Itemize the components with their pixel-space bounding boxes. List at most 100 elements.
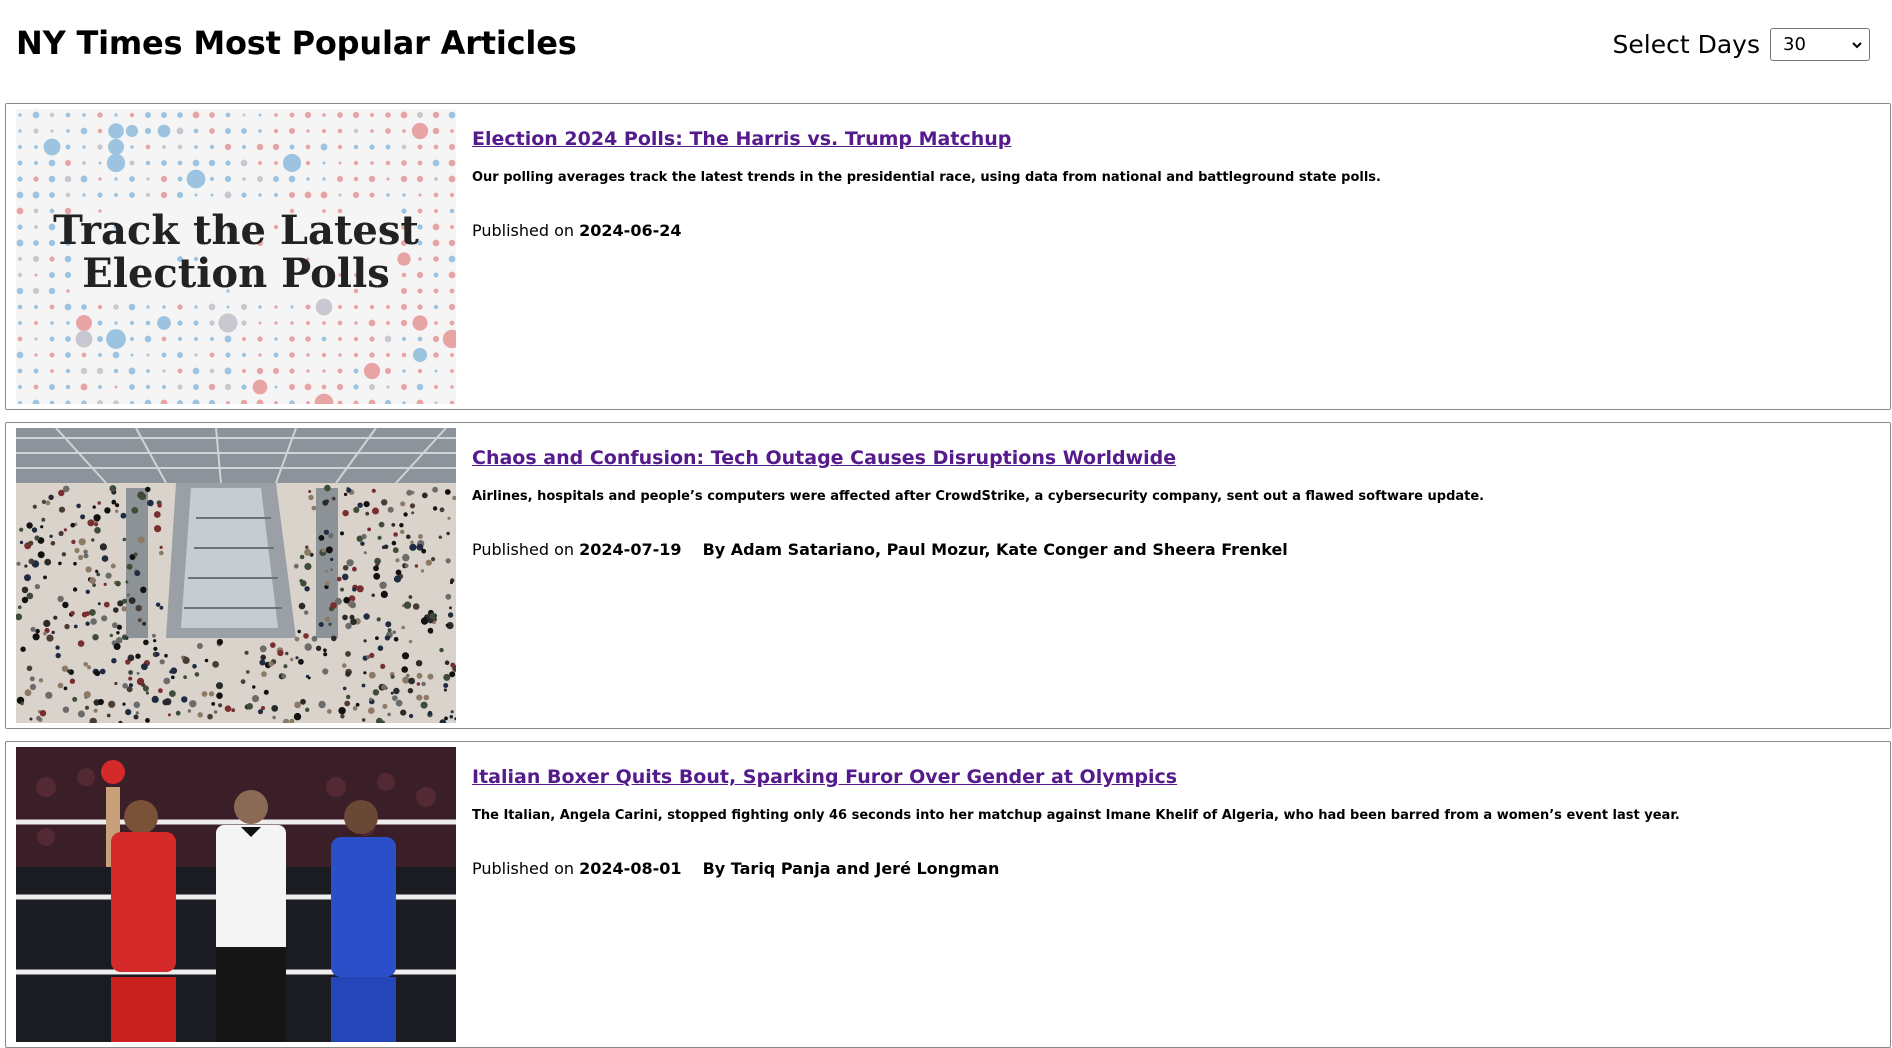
crowd-person — [231, 708, 236, 713]
poll-dot — [17, 256, 23, 262]
poll-dot — [337, 304, 343, 310]
days-select[interactable]: 30 — [1770, 28, 1870, 61]
poll-dot — [64, 175, 72, 183]
crowd-person — [83, 549, 88, 554]
crowd-person — [94, 670, 101, 677]
poll-dot — [304, 111, 312, 119]
article-thumbnail[interactable]: Track the Latest Election Polls — [16, 109, 456, 404]
poll-dot — [433, 192, 439, 198]
crowd-person — [261, 671, 267, 677]
poll-dot — [97, 320, 103, 326]
poll-dot — [400, 319, 408, 327]
crowd-person — [427, 710, 433, 716]
poll-dot — [274, 193, 278, 197]
crowd-person — [36, 715, 41, 721]
crowd-person — [446, 531, 450, 536]
crowd-person — [87, 665, 91, 670]
image-text-line1: Track the Latest — [53, 207, 419, 254]
crowd-person — [26, 522, 33, 529]
crowd-person — [330, 557, 334, 562]
airport-crowd-image — [16, 428, 456, 723]
poll-dot — [144, 335, 152, 343]
poll-dot — [386, 305, 390, 309]
crowd-person — [391, 540, 397, 546]
crowd-person — [445, 593, 452, 600]
crowd-person — [438, 535, 442, 539]
crowd-person — [340, 714, 345, 719]
crowd-person — [368, 671, 376, 679]
crowd-person — [93, 708, 98, 713]
crowd-person — [73, 624, 78, 629]
article-title-link[interactable]: Election 2024 Polls: The Harris vs. Trum… — [472, 128, 1870, 150]
crowd-person — [299, 554, 305, 560]
poll-dot — [432, 223, 440, 231]
poll-dot — [64, 255, 72, 263]
poll-dot — [288, 175, 296, 183]
poll-dot — [16, 351, 24, 359]
published-date: 2024-06-24 — [579, 221, 682, 240]
poll-dot — [108, 123, 124, 139]
crowd-person — [393, 575, 402, 583]
poll-dot — [290, 321, 294, 325]
crowd-person — [136, 671, 140, 675]
poll-dot — [448, 255, 456, 263]
crowd-person — [19, 527, 24, 532]
poll-dot — [274, 321, 278, 325]
crowd-person — [324, 616, 331, 622]
article-thumbnail[interactable] — [16, 428, 456, 723]
poll-dot — [129, 176, 135, 182]
crowd-person — [263, 689, 269, 695]
crowd-person — [439, 647, 444, 653]
article-title-link[interactable]: Chaos and Confusion: Tech Outage Causes … — [472, 447, 1870, 469]
poll-dot — [128, 367, 136, 375]
crowd-person — [268, 661, 274, 667]
poll-dot — [402, 369, 406, 373]
crowd-person — [378, 521, 385, 528]
poll-dot — [353, 336, 359, 342]
poll-dot — [186, 169, 206, 189]
poll-dot — [288, 127, 296, 135]
image-text-line2: Election Polls — [82, 250, 389, 297]
crowd-person — [153, 646, 158, 651]
crowd-person — [350, 618, 357, 626]
published-date: 2024-08-01 — [579, 859, 682, 878]
poll-dot — [17, 176, 23, 182]
poll-dot — [242, 337, 246, 341]
poll-dot — [145, 384, 151, 390]
poll-dot — [114, 177, 118, 181]
crowd-person — [145, 691, 149, 695]
poll-dot — [274, 385, 278, 389]
article-title-link[interactable]: Italian Boxer Quits Bout, Sparking Furor… — [472, 766, 1870, 788]
poll-dot — [177, 384, 183, 390]
crowd-person — [21, 586, 29, 594]
crowd-person — [133, 701, 141, 709]
poll-dot — [274, 113, 278, 117]
poll-dot — [242, 177, 246, 181]
poll-dot — [338, 337, 342, 341]
crowd-person — [151, 695, 159, 703]
crowd-person — [409, 543, 417, 551]
poll-dot — [194, 193, 198, 197]
crowd-person — [58, 561, 62, 566]
poll-dot — [34, 321, 38, 325]
poll-dot — [450, 225, 454, 229]
poll-dot — [418, 257, 422, 261]
crowd-person — [391, 523, 396, 527]
crowd-person — [112, 622, 118, 629]
crowd-person — [346, 694, 351, 700]
poll-dot — [432, 127, 440, 135]
poll-dot — [369, 112, 375, 118]
page-title: NY Times Most Popular Articles — [16, 24, 577, 62]
crowd-person — [390, 674, 395, 679]
crowd-person — [26, 592, 34, 600]
article-thumbnail[interactable] — [16, 747, 456, 1042]
article-meta: Published on 2024-06-24 — [472, 221, 1870, 240]
poll-dot — [18, 129, 22, 133]
crowd-person — [376, 617, 381, 622]
poll-dot — [306, 177, 310, 181]
poll-dot — [304, 191, 312, 199]
poll-dot — [108, 139, 124, 155]
poll-dot — [43, 138, 61, 156]
poll-dot — [273, 128, 279, 134]
crowd-person — [363, 671, 367, 675]
